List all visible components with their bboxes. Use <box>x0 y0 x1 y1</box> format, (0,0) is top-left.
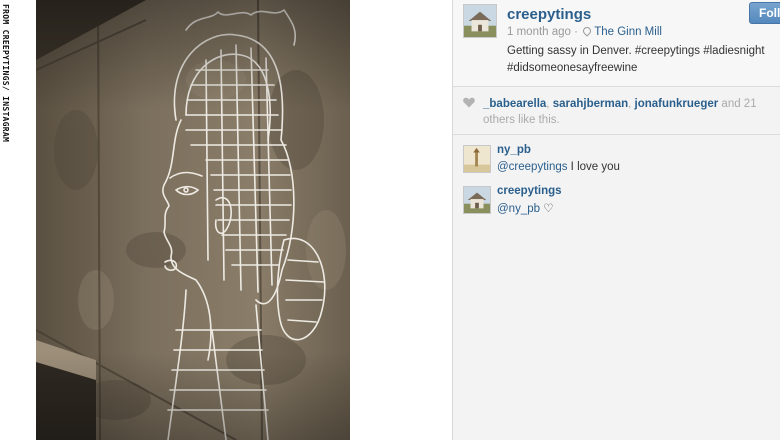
comment-text: @ny_pb ♡ <box>497 201 554 215</box>
liker-name[interactable]: sarahjberman <box>553 98 628 110</box>
comment-text: @creepytings I love you <box>497 161 620 173</box>
post-photo[interactable] <box>36 0 350 440</box>
comment-username[interactable]: ny_pb <box>497 144 531 156</box>
photo-credit: FROM CREEPYTINGS/ INSTAGRAM <box>0 0 18 440</box>
tower-avatar-icon <box>464 146 490 172</box>
post-location[interactable]: The Ginn Mill <box>594 26 662 38</box>
post-meta: 1 month ago · The Ginn Mill <box>507 25 662 38</box>
heart-icon[interactable] <box>463 97 475 108</box>
post-caption: Getting sassy in Denver. #creepytings #l… <box>507 45 765 74</box>
commenter-avatar[interactable] <box>463 145 491 173</box>
commenter-avatar[interactable] <box>463 186 491 214</box>
comment-mention[interactable]: @creepytings <box>497 161 567 173</box>
comment-body: I love you <box>567 161 620 173</box>
comment-username[interactable]: creepytings <box>497 185 562 197</box>
liker-name[interactable]: _babearella <box>483 98 546 110</box>
author-username[interactable]: creepytings <box>507 6 591 23</box>
divider <box>453 86 780 87</box>
post-time[interactable]: 1 month ago <box>507 26 571 38</box>
likes-summary: _babearella, sarahjberman, jonafunkruege… <box>483 96 779 128</box>
follow-button[interactable]: Follow <box>749 2 780 24</box>
post-header: creepytings Follow 1 month ago · The Gin… <box>453 0 780 86</box>
comment-body: ♡ <box>540 203 554 215</box>
meta-separator: · <box>574 26 578 38</box>
pin-icon <box>581 25 593 37</box>
divider <box>453 134 780 135</box>
comment-mention[interactable]: @ny_pb <box>497 203 540 215</box>
house-avatar-icon <box>464 5 496 37</box>
liker-name[interactable]: jonafunkrueger <box>635 98 719 110</box>
author-avatar[interactable] <box>463 4 497 38</box>
house-avatar-icon <box>464 187 490 213</box>
chalk-drawing-image <box>36 0 350 440</box>
photo-credit-text: FROM CREEPYTINGS/ INSTAGRAM <box>1 4 10 143</box>
post-detail-panel: creepytings Follow 1 month ago · The Gin… <box>452 0 780 440</box>
